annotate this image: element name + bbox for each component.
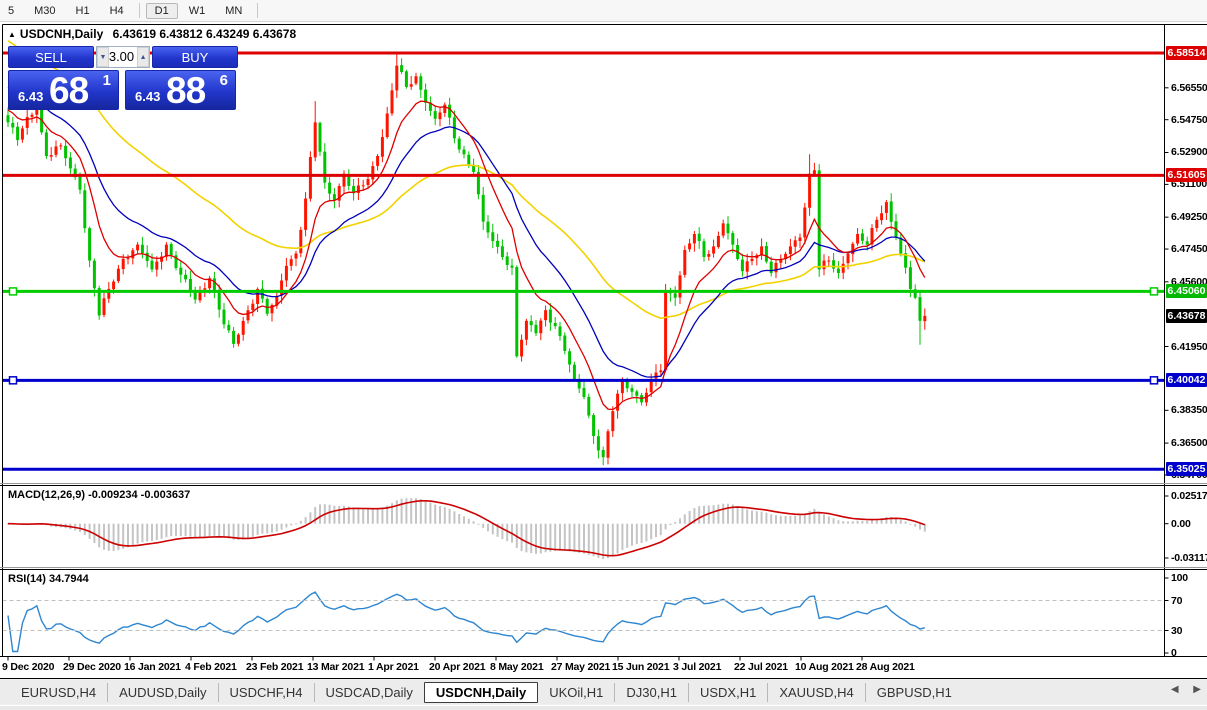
chart-tab-bar: EURUSD,H4AUDUSD,DailyUSDCHF,H4USDCAD,Dai…: [0, 680, 1207, 704]
one-click-trading-panel: SELL ▼ 3.00 ▲ BUY 6.43 68 1 6.43 88 6: [8, 46, 238, 110]
level-line-handle[interactable]: [10, 288, 17, 295]
sell-price-panel[interactable]: 6.43 68 1: [8, 70, 119, 110]
toolbar-period-h4[interactable]: H4: [101, 3, 133, 19]
sell-price-point: 1: [103, 72, 111, 89]
chart-symbol-marker-icon[interactable]: ▲: [8, 30, 16, 39]
toolbar-period-5[interactable]: 5: [0, 3, 23, 19]
sell-price-base: 6.43: [18, 89, 43, 104]
chart-ohlc-values: 6.43619 6.43812 6.43249 6.43678: [113, 27, 297, 41]
toolbar-period-h1[interactable]: H1: [67, 3, 99, 19]
toolbar-period-d1[interactable]: D1: [146, 3, 178, 19]
sell-price-pips: 68: [49, 70, 88, 112]
tab-dj30-h1[interactable]: DJ30,H1: [614, 683, 688, 702]
buy-price-base: 6.43: [135, 89, 160, 104]
toolbar-separator: [139, 3, 140, 18]
toolbar-period-mn[interactable]: MN: [216, 3, 251, 19]
buy-button[interactable]: BUY: [152, 46, 238, 68]
tab-ukoil-h1[interactable]: UKOil,H1: [538, 683, 614, 702]
tab-usdchf-h4[interactable]: USDCHF,H4: [218, 683, 314, 702]
volume-decrease-icon[interactable]: ▼: [97, 47, 109, 67]
level-line-handle[interactable]: [1151, 288, 1158, 295]
buy-price-pips: 88: [166, 70, 205, 112]
tab-scroll-arrows: ◀ ▶: [1159, 684, 1201, 695]
volume-spinner: ▼ 3.00 ▲: [96, 46, 150, 68]
chart-title: ▲ USDCNH,Daily 6.43619 6.43812 6.43249 6.…: [8, 27, 296, 41]
chart-symbol-label: USDCNH,Daily: [20, 27, 103, 41]
level-line-handle[interactable]: [10, 377, 17, 384]
volume-increase-icon[interactable]: ▲: [137, 47, 149, 67]
tab-usdcad-daily[interactable]: USDCAD,Daily: [314, 683, 424, 702]
toolbar-period-w1[interactable]: W1: [180, 3, 215, 19]
tab-usdx-h1[interactable]: USDX,H1: [688, 683, 767, 702]
tab-scroll-left-icon[interactable]: ◀: [1171, 684, 1179, 695]
buy-price-panel[interactable]: 6.43 88 6: [125, 70, 236, 110]
chart-background: [0, 22, 1207, 678]
tab-usdcnh-daily[interactable]: USDCNH,Daily: [424, 682, 538, 703]
toolbar-separator: [257, 3, 258, 18]
toolbar-period-m30[interactable]: M30: [25, 3, 64, 19]
tab-scroll-right-icon[interactable]: ▶: [1193, 684, 1201, 695]
sell-button[interactable]: SELL: [8, 46, 94, 68]
buy-price-point: 6: [220, 72, 228, 89]
tab-eurusd-h4[interactable]: EURUSD,H4: [10, 683, 107, 702]
volume-input[interactable]: 3.00: [109, 47, 137, 67]
level-line-handle[interactable]: [1151, 377, 1158, 384]
period-toolbar: 5M30H1H4 D1W1MN: [0, 0, 1207, 22]
status-bar: [0, 705, 1207, 710]
tab-audusd-daily[interactable]: AUDUSD,Daily: [107, 683, 217, 702]
tab-xauusd-h4[interactable]: XAUUSD,H4: [767, 683, 864, 702]
tab-gbpusd-h1[interactable]: GBPUSD,H1: [865, 683, 963, 702]
